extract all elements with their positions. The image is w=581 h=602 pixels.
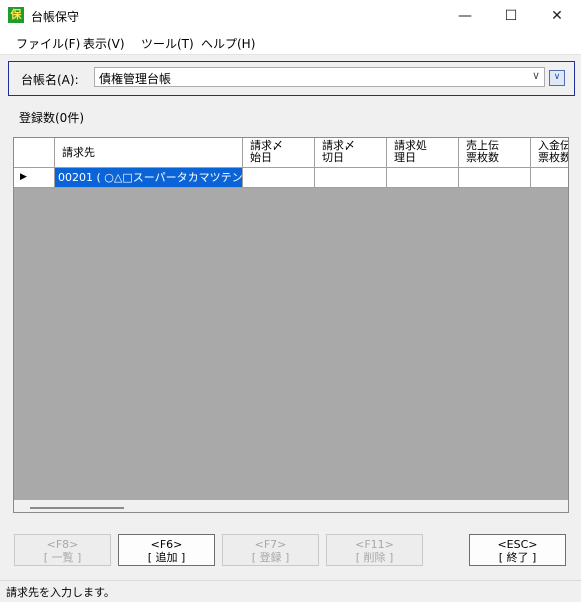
menu-view[interactable]: 表示(V) bbox=[83, 35, 125, 52]
delete-button-key: <F11> bbox=[355, 538, 394, 551]
menu-help[interactable]: ヘルプ(H) bbox=[201, 35, 255, 52]
header-payment-slip-count[interactable]: 入金伝 票枚数 bbox=[531, 138, 568, 168]
ledger-value: 債権管理台帳 bbox=[99, 72, 172, 86]
header-billing-party[interactable]: 請求先 bbox=[55, 138, 243, 168]
cell-processing-day[interactable] bbox=[387, 168, 459, 188]
list-button-label: [ 一覧 ] bbox=[43, 551, 82, 564]
register-button-label: [ 登録 ] bbox=[251, 551, 290, 564]
window-title: 台帳保守 bbox=[31, 10, 80, 24]
app-icon: 保 bbox=[8, 7, 24, 23]
cell-closing-day[interactable] bbox=[315, 168, 387, 188]
scrollbar-thumb[interactable] bbox=[30, 507, 124, 509]
ledger-select[interactable]: 債権管理台帳 ∨ bbox=[94, 67, 545, 87]
row-indicator-icon: ▶ bbox=[14, 168, 55, 188]
chevron-down-icon: ∨ bbox=[531, 69, 540, 82]
exit-button[interactable]: <ESC> [ 終了 ] bbox=[469, 534, 566, 566]
delete-button[interactable]: <F11> [ 削除 ] bbox=[326, 534, 423, 566]
grid-header: 請求先 請求〆 始日 請求〆 切日 請求処 理日 売上伝 票枚数 入金伝 票枚数 bbox=[14, 138, 568, 168]
header-processing-day[interactable]: 請求処 理日 bbox=[387, 138, 459, 168]
minimize-button[interactable]: — bbox=[442, 0, 488, 31]
record-count: 登録数(0件) bbox=[19, 111, 84, 125]
ledger-label: 台帳名(A): bbox=[21, 73, 79, 87]
add-button-label: [ 追加 ] bbox=[147, 551, 186, 564]
cell-payment-slip-count[interactable] bbox=[531, 168, 568, 188]
list-button[interactable]: <F8> [ 一覧 ] bbox=[14, 534, 111, 566]
title-bar: 保 台帳保守 — ☐ ✕ bbox=[0, 0, 581, 31]
register-button[interactable]: <F7> [ 登録 ] bbox=[222, 534, 319, 566]
menu-tools[interactable]: ツール(T) bbox=[141, 35, 194, 52]
ledger-dropdown-button[interactable]: ∨ bbox=[549, 70, 565, 86]
status-bar: 請求先を入力します。 bbox=[0, 580, 581, 602]
close-button[interactable]: ✕ bbox=[534, 0, 580, 31]
delete-button-label: [ 削除 ] bbox=[355, 551, 394, 564]
cell-billing-party[interactable]: 00201 ( ○△□スーパータカマツテン ) bbox=[55, 168, 243, 188]
menu-file[interactable]: ファイル(F) bbox=[16, 35, 80, 52]
header-start-day[interactable]: 請求〆 始日 bbox=[243, 138, 315, 168]
register-button-key: <F7> bbox=[254, 538, 287, 551]
header-closing-day[interactable]: 請求〆 切日 bbox=[315, 138, 387, 168]
add-button[interactable]: <F6> [ 追加 ] bbox=[118, 534, 215, 566]
menu-bar: ファイル(F) 表示(V) ツール(T) ヘルプ(H) bbox=[0, 31, 581, 55]
exit-button-key: <ESC> bbox=[497, 538, 538, 551]
table-row[interactable]: ▶ 00201 ( ○△□スーパータカマツテン ) bbox=[14, 168, 568, 188]
data-grid[interactable]: 請求先 請求〆 始日 請求〆 切日 請求処 理日 売上伝 票枚数 入金伝 票枚数… bbox=[13, 137, 569, 513]
list-button-key: <F8> bbox=[46, 538, 79, 551]
horizontal-scrollbar[interactable] bbox=[14, 500, 568, 512]
cell-sales-slip-count[interactable] bbox=[459, 168, 531, 188]
exit-button-label: [ 終了 ] bbox=[498, 551, 537, 564]
add-button-key: <F6> bbox=[150, 538, 183, 551]
maximize-button[interactable]: ☐ bbox=[488, 0, 534, 31]
header-sales-slip-count[interactable]: 売上伝 票枚数 bbox=[459, 138, 531, 168]
header-corner bbox=[14, 138, 55, 168]
status-message: 請求先を入力します。 bbox=[6, 586, 115, 599]
cell-start-day[interactable] bbox=[243, 168, 315, 188]
